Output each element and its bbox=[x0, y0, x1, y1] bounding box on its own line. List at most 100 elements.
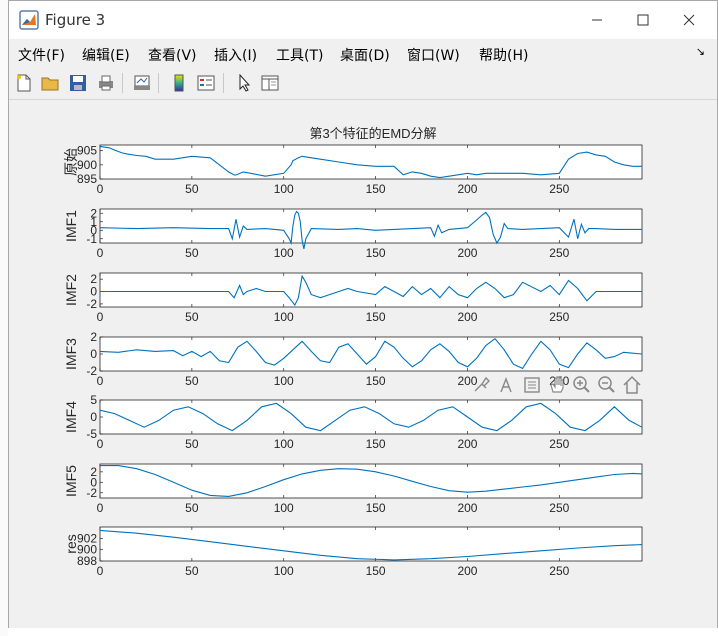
y-tick-label: 5 bbox=[90, 393, 97, 407]
x-tick-label: 150 bbox=[366, 501, 386, 515]
axes-box bbox=[99, 144, 643, 180]
rotate-icon[interactable] bbox=[524, 377, 540, 393]
figure-canvas: 第3个特征的EMD分解 0 50 100 150 200 250 905 900 895 原始 0 5… bbox=[9, 100, 717, 628]
save-icon bbox=[70, 75, 86, 91]
x-tick-label: 250 bbox=[549, 182, 569, 196]
minimize-icon bbox=[592, 19, 602, 21]
emd-figure: 第3个特征的EMD分解 0 50 100 150 200 250905900895原始0 5… bbox=[63, 126, 643, 578]
open-file-button[interactable] bbox=[39, 72, 61, 94]
open-file-icon bbox=[41, 77, 59, 91]
menu-edit[interactable]: 编辑(E) bbox=[82, 45, 130, 65]
y-tick-label: 2 bbox=[90, 330, 97, 344]
menu-window[interactable]: 窗口(W) bbox=[407, 45, 460, 65]
menu-view[interactable]: 查看(V) bbox=[148, 45, 197, 65]
x-tick-label: 100 bbox=[274, 182, 294, 196]
maximize-icon bbox=[637, 14, 649, 26]
zoom-in-icon[interactable] bbox=[573, 376, 590, 393]
axes-toolbar bbox=[474, 375, 641, 394]
y-axis-label: IMF5 bbox=[63, 465, 79, 497]
subplot-5: 0 50 100 150 200 25050-5IMF4 bbox=[63, 393, 643, 451]
menu-desktop[interactable]: 桌面(D) bbox=[340, 45, 390, 65]
x-tick-label: 100 bbox=[274, 437, 294, 451]
maximize-button[interactable] bbox=[620, 1, 666, 39]
y-tick-label: 0 bbox=[90, 410, 97, 424]
link-plot-icon bbox=[134, 75, 150, 90]
window-title: Figure 3 bbox=[45, 11, 106, 29]
axes-box bbox=[99, 336, 643, 372]
subplot-1: 0 50 100 150 200 250 905900895原始 bbox=[63, 144, 643, 196]
y-axis-label: IMF3 bbox=[63, 338, 79, 370]
property-inspector-button[interactable] bbox=[259, 72, 281, 94]
x-tick-label: 0 bbox=[97, 437, 104, 451]
x-tick-label: 200 bbox=[457, 246, 477, 260]
y-tick-label: 895 bbox=[77, 172, 97, 186]
chart-title: 第3个特征的EMD分解 bbox=[309, 126, 436, 141]
subplot-6: 0 50 100 150 200 25020-2IMF5 bbox=[63, 463, 643, 515]
x-tick-label: 150 bbox=[366, 182, 386, 196]
axes-box bbox=[99, 526, 643, 562]
x-tick-label: 50 bbox=[185, 501, 199, 515]
y-tick-label: 905 bbox=[77, 144, 97, 158]
insert-colorbar-icon bbox=[174, 74, 184, 92]
link-plot-button[interactable] bbox=[131, 72, 153, 94]
save-button[interactable] bbox=[67, 72, 89, 94]
x-tick-label: 50 bbox=[185, 182, 199, 196]
minimize-button[interactable] bbox=[574, 1, 620, 39]
y-tick-label: -2 bbox=[86, 486, 97, 500]
y-axis-label: 原始 bbox=[63, 148, 79, 176]
x-tick-label: 200 bbox=[457, 564, 477, 578]
toolbar-separator bbox=[158, 73, 159, 93]
y-tick-label: -5 bbox=[86, 427, 97, 441]
x-tick-label: 100 bbox=[274, 246, 294, 260]
edit-plot-button[interactable] bbox=[233, 72, 255, 94]
close-icon bbox=[683, 14, 695, 26]
print-button[interactable] bbox=[95, 72, 117, 94]
toolbar-separator bbox=[122, 73, 123, 93]
x-tick-label: 150 bbox=[366, 374, 386, 388]
axes-box bbox=[99, 463, 643, 499]
insert-legend-button[interactable] bbox=[195, 72, 217, 94]
new-figure-icon bbox=[17, 74, 31, 92]
insert-colorbar-button[interactable] bbox=[168, 72, 190, 94]
subplot-7: 0 50 100 150 200 250902900898res bbox=[63, 526, 643, 578]
menu-file[interactable]: 文件(F) bbox=[18, 45, 65, 65]
menu-bar: 文件(F) 编辑(E) 查看(V) 插入(I) 工具(T) 桌面(D) 窗口(W… bbox=[9, 39, 717, 67]
x-tick-label: 150 bbox=[366, 564, 386, 578]
x-tick-label: 100 bbox=[274, 310, 294, 324]
title-bar: Figure 3 bbox=[9, 1, 717, 39]
x-tick-label: 250 bbox=[549, 501, 569, 515]
y-axis-label: IMF4 bbox=[63, 401, 79, 433]
new-figure-button[interactable] bbox=[13, 72, 35, 94]
subplot-2: 0 50 100 150 200 250210-1IMF1 bbox=[63, 206, 643, 260]
x-tick-label: 0 bbox=[97, 564, 104, 578]
menu-tools[interactable]: 工具(T) bbox=[276, 45, 323, 65]
x-tick-label: 50 bbox=[185, 564, 199, 578]
x-tick-label: 50 bbox=[185, 437, 199, 451]
x-tick-label: 250 bbox=[549, 310, 569, 324]
dock-figure-icon[interactable]: ↘ bbox=[696, 45, 705, 58]
x-tick-label: 0 bbox=[97, 310, 104, 324]
menu-insert[interactable]: 插入(I) bbox=[214, 45, 257, 65]
x-tick-label: 0 bbox=[97, 182, 104, 196]
data-tips-icon[interactable] bbox=[500, 377, 512, 393]
zoom-out-icon[interactable] bbox=[598, 376, 615, 393]
x-tick-label: 50 bbox=[185, 374, 199, 388]
y-tick-label: -2 bbox=[86, 297, 97, 311]
y-tick-label: -1 bbox=[86, 232, 97, 246]
x-tick-label: 200 bbox=[457, 310, 477, 324]
x-tick-label: 150 bbox=[366, 310, 386, 324]
property-inspector-icon bbox=[261, 75, 279, 91]
x-tick-label: 250 bbox=[549, 246, 569, 260]
x-tick-label: 0 bbox=[97, 374, 104, 388]
menu-help[interactable]: 帮助(H) bbox=[479, 45, 528, 65]
close-button[interactable] bbox=[666, 1, 712, 39]
home-icon[interactable] bbox=[623, 375, 641, 394]
x-tick-label: 200 bbox=[457, 374, 477, 388]
x-tick-label: 200 bbox=[457, 437, 477, 451]
y-axis-label: IMF2 bbox=[63, 274, 79, 306]
insert-legend-icon bbox=[197, 75, 215, 91]
y-tick-label: 898 bbox=[77, 554, 97, 568]
background-window-left bbox=[0, 0, 8, 636]
subplot-3: 0 50 100 150 200 25020-2IMF2 bbox=[63, 272, 643, 324]
x-tick-label: 50 bbox=[185, 310, 199, 324]
